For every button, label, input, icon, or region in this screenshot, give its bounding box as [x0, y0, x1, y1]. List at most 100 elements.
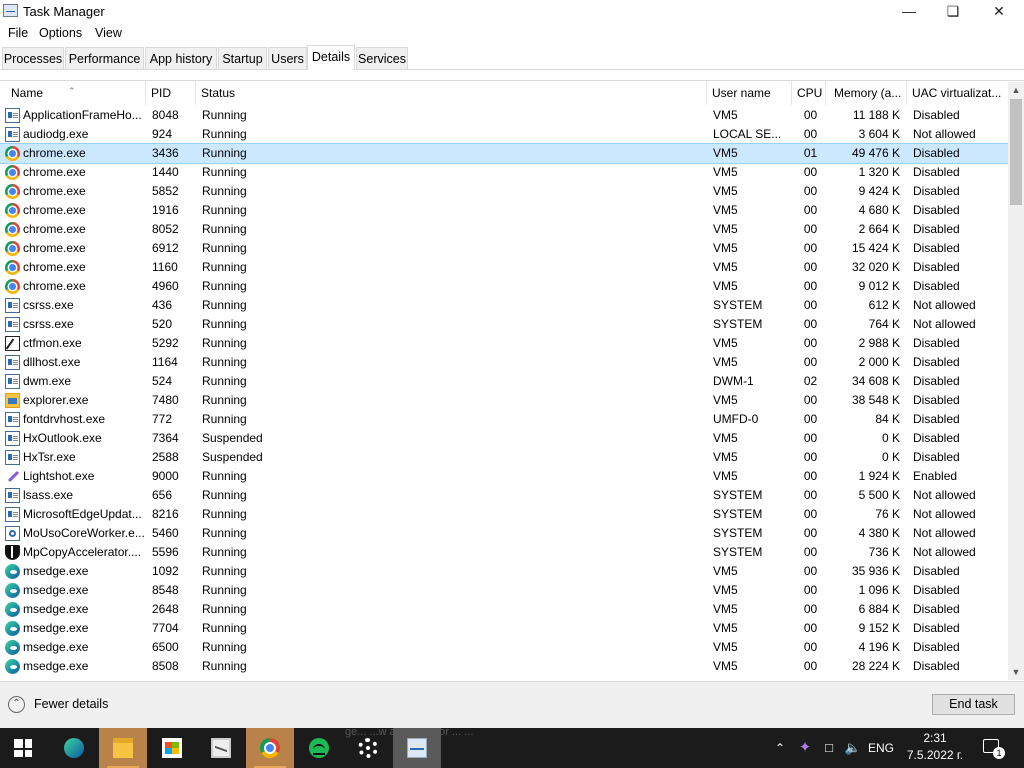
- menu-options[interactable]: Options: [39, 26, 82, 40]
- table-row[interactable]: MpCopyAccelerator.... 5596 Running SYSTEM 00…: [0, 543, 1008, 562]
- menu-file[interactable]: File: [8, 26, 28, 40]
- taskbar-settings[interactable]: [344, 728, 392, 768]
- taskbar-edge[interactable]: [50, 728, 98, 768]
- process-uac: Disabled: [913, 374, 960, 388]
- end-task-button[interactable]: End task: [932, 694, 1015, 715]
- vertical-scrollbar[interactable]: ▲ ▼: [1008, 82, 1024, 680]
- process-pid: 5460: [152, 526, 179, 540]
- language-indicator[interactable]: ENG: [866, 728, 896, 768]
- table-row[interactable]: msedge.exe 2648 Running VM5 00 6 884 K Disable…: [0, 600, 1008, 619]
- tab-app-history[interactable]: App history: [145, 47, 217, 69]
- close-button[interactable]: ✕: [976, 0, 1022, 24]
- start-button[interactable]: [0, 728, 48, 768]
- scroll-thumb[interactable]: [1010, 99, 1022, 205]
- volume-icon[interactable]: 🔈: [842, 728, 864, 768]
- table-row[interactable]: msedge.exe 8508 Running VM5 00 28 224 K Disabl…: [0, 657, 1008, 676]
- scroll-down-arrow-icon[interactable]: ▼: [1008, 664, 1024, 680]
- table-row[interactable]: HxTsr.exe 2588 Suspended VM5 00 0 K Disabled: [0, 448, 1008, 467]
- process-user: VM5: [713, 336, 738, 350]
- tab-details[interactable]: Details: [307, 45, 355, 70]
- restore-button[interactable]: ❏: [930, 0, 976, 24]
- tab-users[interactable]: Users: [268, 47, 307, 69]
- table-row[interactable]: explorer.exe 7480 Running VM5 00 38 548 K Disa…: [0, 391, 1008, 410]
- tab-processes[interactable]: Processes: [2, 47, 64, 69]
- table-row[interactable]: chrome.exe 6912 Running VM5 00 15 424 K Disabl…: [0, 239, 1008, 258]
- process-memory: 15 424 K: [851, 241, 900, 255]
- column-label-name: Name: [11, 86, 44, 100]
- minimize-button[interactable]: —: [886, 0, 932, 24]
- tab-services[interactable]: Services: [356, 47, 408, 69]
- process-user: VM5: [713, 241, 738, 255]
- menu-view[interactable]: View: [95, 26, 122, 40]
- table-row[interactable]: chrome.exe 8052 Running VM5 00 2 664 K Disable…: [0, 220, 1008, 239]
- table-row[interactable]: msedge.exe 1092 Running VM5 00 35 936 K Disabl…: [0, 562, 1008, 581]
- table-row[interactable]: chrome.exe 1916 Running VM5 00 4 680 K Disable…: [0, 201, 1008, 220]
- process-user: VM5: [713, 583, 738, 597]
- table-row[interactable]: dllhost.exe 1164 Running VM5 00 2 000 K Disabl…: [0, 353, 1008, 372]
- table-row[interactable]: HxOutlook.exe 7364 Suspended VM5 00 0 K Disabl…: [0, 429, 1008, 448]
- table-row[interactable]: ApplicationFrameHo... 8048 Running VM5 00 11 …: [0, 106, 1008, 125]
- taskbar-mail[interactable]: [197, 728, 245, 768]
- process-cpu: 00: [803, 279, 818, 293]
- process-status: Running: [202, 393, 247, 407]
- shield-icon: [5, 545, 20, 560]
- table-row[interactable]: chrome.exe 4960 Running VM5 00 9 012 K Disable…: [0, 277, 1008, 296]
- table-row[interactable]: chrome.exe 5852 Running VM5 00 9 424 K Disable…: [0, 182, 1008, 201]
- table-row[interactable]: MicrosoftEdgeUpdat... 8216 Running SYSTEM 00…: [0, 505, 1008, 524]
- process-pid: 8548: [152, 583, 179, 597]
- process-user: VM5: [713, 279, 738, 293]
- column-header-memory[interactable]: Memory (a...: [826, 81, 907, 105]
- process-pid: 9000: [152, 469, 179, 483]
- table-row[interactable]: ctfmon.exe 5292 Running VM5 00 2 988 K Disable…: [0, 334, 1008, 353]
- fewer-details-link[interactable]: Fewer details: [34, 697, 108, 711]
- process-status: Running: [202, 336, 247, 350]
- column-header-pid[interactable]: PID: [146, 81, 196, 105]
- table-row[interactable]: Lightshot.exe 9000 Running VM5 00 1 924 K Enab…: [0, 467, 1008, 486]
- process-uac: Not allowed: [913, 526, 976, 540]
- show-hidden-icons-chevron-icon[interactable]: ⌃: [772, 728, 788, 768]
- process-name: dllhost.exe: [23, 355, 81, 369]
- process-status: Running: [202, 621, 247, 635]
- taskbar-store[interactable]: [148, 728, 196, 768]
- tab-performance[interactable]: Performance: [65, 47, 144, 69]
- table-row[interactable]: dwm.exe 524 Running DWM-1 02 34 608 K Disabled: [0, 372, 1008, 391]
- process-status: Running: [202, 602, 247, 616]
- scroll-up-arrow-icon[interactable]: ▲: [1008, 82, 1024, 98]
- lightshot-tray-icon[interactable]: ✦: [794, 728, 816, 768]
- process-name: Lightshot.exe: [23, 469, 95, 483]
- clock[interactable]: 2:31 7.5.2022 г.: [893, 730, 977, 764]
- table-row[interactable]: msedge.exe 6500 Running VM5 00 4 196 K Disable…: [0, 638, 1008, 657]
- table-row[interactable]: MoUsoCoreWorker.e... 5460 Running SYSTEM 00 4…: [0, 524, 1008, 543]
- table-row[interactable]: csrss.exe 520 Running SYSTEM 00 764 K Not allo…: [0, 315, 1008, 334]
- table-row[interactable]: audiodg.exe 924 Running LOCAL SE... 00 3 604 …: [0, 125, 1008, 144]
- table-row[interactable]: lsass.exe 656 Running SYSTEM 00 5 500 K Not al…: [0, 486, 1008, 505]
- taskbar-task-manager[interactable]: [393, 728, 441, 768]
- column-header-uac[interactable]: UAC virtualizat...: [907, 81, 1008, 105]
- taskbar-chrome[interactable]: [246, 728, 294, 768]
- table-row[interactable]: fontdrvhost.exe 772 Running UMFD-0 00 84 K Dis…: [0, 410, 1008, 429]
- chevron-up-icon[interactable]: ⌃: [8, 696, 25, 713]
- column-header-cpu[interactable]: CPU: [792, 81, 826, 105]
- table-row[interactable]: msedge.exe 8548 Running VM5 00 1 096 K Disable…: [0, 581, 1008, 600]
- table-row[interactable]: chrome.exe 1440 Running VM5 00 1 320 K Disable…: [0, 163, 1008, 182]
- process-memory: 76 K: [875, 507, 900, 521]
- process-uac: Not allowed: [913, 317, 976, 331]
- process-name: MoUsoCoreWorker.e...: [23, 526, 145, 540]
- table-row[interactable]: chrome.exe 3436 Running VM5 01 49 476 K Disabl…: [0, 143, 1009, 164]
- column-header-status[interactable]: Status: [196, 81, 707, 105]
- taskbar-file-explorer[interactable]: [99, 728, 147, 768]
- table-row[interactable]: chrome.exe 1160 Running VM5 00 32 020 K Disabl…: [0, 258, 1008, 277]
- column-header-user[interactable]: User name: [707, 81, 792, 105]
- process-cpu: 00: [803, 108, 818, 122]
- table-row[interactable]: csrss.exe 436 Running SYSTEM 00 612 K Not allo…: [0, 296, 1008, 315]
- process-uac: Not allowed: [913, 127, 976, 141]
- process-cpu: 00: [803, 488, 818, 502]
- network-icon[interactable]: □: [818, 728, 840, 768]
- process-status: Running: [202, 279, 247, 293]
- table-row[interactable]: msedge.exe 7704 Running VM5 00 9 152 K Disable…: [0, 619, 1008, 638]
- chrome-icon: [5, 184, 20, 199]
- process-cpu: 00: [803, 602, 818, 616]
- tab-startup[interactable]: Startup: [218, 47, 267, 69]
- column-header-name[interactable]: Name ⌃: [0, 81, 146, 105]
- taskbar-spotify[interactable]: [295, 728, 343, 768]
